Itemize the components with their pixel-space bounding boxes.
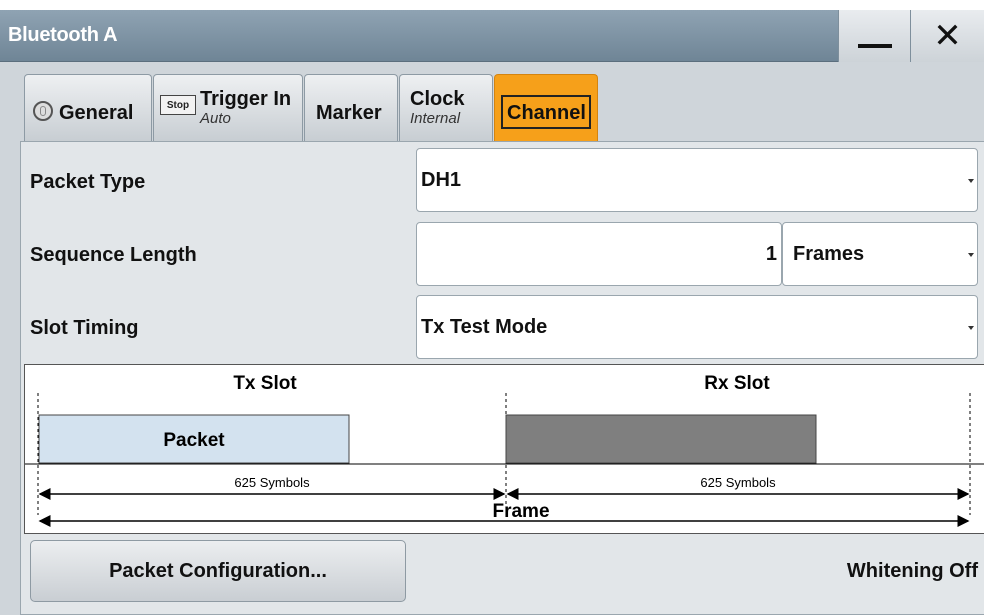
tab-channel-label: Channel (507, 102, 586, 124)
slot-timing-diagram: Tx Slot Rx Slot Packet 625 Symbols 625 S… (24, 364, 984, 534)
tab-general-label: General (59, 102, 134, 124)
slot-timing-diagram-svg: Tx Slot Rx Slot Packet 625 Symbols 625 S… (25, 373, 984, 527)
minimize-button[interactable] (838, 10, 910, 62)
sequence-length-label: Sequence Length (30, 244, 197, 266)
tab-trigger-in[interactable]: Stop Trigger In Auto (153, 74, 303, 142)
tab-channel[interactable]: Channel (494, 74, 598, 142)
slot-timing-value: Tx Test Mode (421, 316, 548, 338)
packet-label: Packet (163, 430, 225, 451)
window-title: Bluetooth A (8, 24, 118, 46)
packet-type-dropdown[interactable]: DH1 (416, 148, 978, 212)
general-icon (33, 101, 53, 121)
tx-slot-label: Tx Slot (233, 373, 297, 394)
tab-marker[interactable]: Marker (304, 74, 398, 142)
sequence-length-unit-dropdown[interactable]: Frames (782, 222, 978, 286)
chevron-down-icon (968, 179, 974, 183)
stop-icon: Stop (160, 95, 196, 115)
rx-slot-label: Rx Slot (704, 373, 770, 394)
packet-type-label: Packet Type (30, 171, 146, 193)
sequence-length-unit: Frames (793, 243, 865, 265)
chevron-down-icon (968, 326, 974, 330)
tx-symbols-label: 625 Symbols (234, 475, 310, 490)
tab-clock[interactable]: Clock Internal (399, 74, 493, 142)
tab-clock-label: Clock (410, 88, 465, 110)
tab-trigger-in-sub: Auto (200, 110, 231, 127)
close-icon: ✕ (933, 16, 962, 56)
tab-general[interactable]: General (24, 74, 152, 142)
close-button[interactable]: ✕ (910, 10, 984, 62)
rx-symbols-label: 625 Symbols (700, 475, 776, 490)
whitening-status: Whitening Off (846, 560, 978, 582)
slot-timing-label: Slot Timing (30, 317, 139, 339)
frame-label: Frame (492, 501, 549, 522)
packet-configuration-button[interactable]: Packet Configuration... (30, 540, 406, 602)
sequence-length-input[interactable]: 1 (416, 222, 782, 286)
sequence-length-value: 1 (765, 243, 777, 265)
minimize-icon (857, 44, 892, 48)
tab-trigger-in-label: Trigger In (200, 88, 292, 110)
rx-packet-block (505, 414, 817, 464)
slot-timing-dropdown[interactable]: Tx Test Mode (416, 295, 978, 359)
tab-marker-label: Marker (316, 102, 382, 124)
chevron-down-icon (968, 253, 974, 257)
packet-type-value: DH1 (421, 169, 462, 191)
tab-clock-sub: Internal (410, 110, 461, 127)
title-bar: Bluetooth A ✕ (0, 10, 984, 62)
